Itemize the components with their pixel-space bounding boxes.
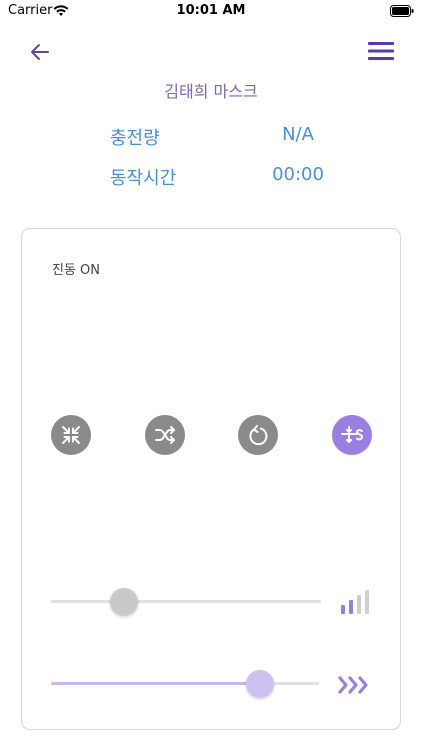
battery-row: 충전량 N/A xyxy=(0,124,422,154)
runtime-row: 동작시간 00:00 xyxy=(0,164,422,194)
runtime-label: 동작시간 xyxy=(110,168,177,189)
app-screen: Carrier 10:01 AM 김태희 마스크 충전량 N/A 동작시간 00… xyxy=(0,0,422,750)
runtime-value: 00:00 xyxy=(272,164,324,185)
control-card: 진동 ON xyxy=(21,228,401,730)
status-bar: Carrier 10:01 AM xyxy=(0,0,422,22)
vibration-status: 진동 ON xyxy=(52,263,101,278)
arrow-left-icon[interactable] xyxy=(26,40,54,64)
mode-spread-button[interactable] xyxy=(332,415,372,455)
arrows-inward-icon xyxy=(62,426,80,444)
battery-icon xyxy=(390,5,414,17)
speed-thumb[interactable] xyxy=(246,670,275,698)
mode-compress-button[interactable] xyxy=(51,415,91,455)
hamburger-menu-icon[interactable] xyxy=(368,40,394,62)
intensity-thumb[interactable] xyxy=(109,588,138,616)
triple-chevron-right-icon xyxy=(338,676,368,694)
spread-arrows-icon xyxy=(341,426,363,443)
device-title: 김태희 마스크 xyxy=(164,82,258,101)
battery-value: N/A xyxy=(282,124,314,145)
shuffle-icon xyxy=(155,426,175,444)
signal-bars-icon xyxy=(341,590,369,614)
mode-shuffle-button[interactable] xyxy=(145,415,185,455)
mode-repeat-button[interactable] xyxy=(238,415,278,455)
clock: 10:01 AM xyxy=(176,3,246,18)
intensity-slider[interactable] xyxy=(51,587,321,617)
speed-slider[interactable] xyxy=(51,669,319,699)
nav-bar xyxy=(0,30,422,74)
rotate-icon xyxy=(249,425,268,446)
intensity-track xyxy=(51,600,321,603)
battery-label: 충전량 xyxy=(110,128,160,149)
speed-fill xyxy=(51,682,261,685)
